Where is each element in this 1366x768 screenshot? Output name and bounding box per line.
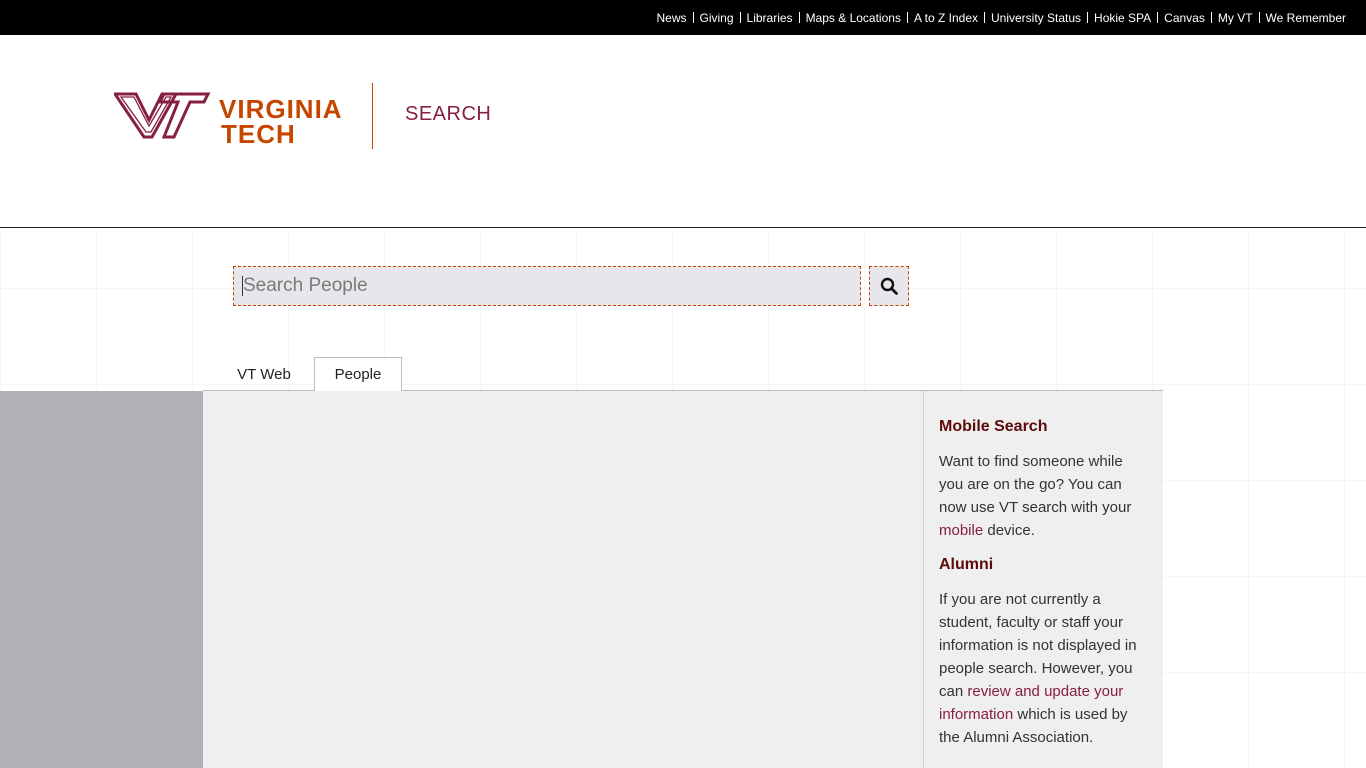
maps-locations-link[interactable]: Maps & Locations: [806, 11, 901, 25]
left-gutter: [0, 391, 203, 768]
giving-link[interactable]: Giving: [700, 11, 734, 25]
mobile-link[interactable]: mobile: [939, 522, 983, 539]
libraries-link[interactable]: Libraries: [747, 11, 793, 25]
utility-item-weremember: We Remember: [1253, 11, 1346, 25]
site-title[interactable]: SEARCH: [405, 103, 491, 126]
mobile-search-text-before: Want to find someone while you are on th…: [939, 453, 1132, 516]
alumni-text: If you are not currently a student, facu…: [939, 588, 1148, 749]
site-header: VIRGINIA TECH SEARCH: [0, 35, 1366, 228]
mobile-search-heading: Mobile Search: [939, 418, 1048, 435]
search-button[interactable]: [869, 266, 909, 306]
utility-item-status: University Status: [978, 11, 1081, 25]
results-panel: [203, 391, 923, 768]
university-status-link[interactable]: University Status: [991, 11, 1081, 25]
a-to-z-index-link[interactable]: A to Z Index: [914, 11, 978, 25]
hokie-spa-link[interactable]: Hokie SPA: [1094, 11, 1151, 25]
my-vt-link[interactable]: My VT: [1218, 11, 1253, 25]
utility-item-hokiespa: Hokie SPA: [1081, 11, 1151, 25]
utility-bar: News Giving Libraries Maps & Locations A…: [0, 0, 1366, 35]
news-link[interactable]: News: [657, 11, 687, 25]
utility-item-maps: Maps & Locations: [793, 11, 901, 25]
virginia-tech-logo[interactable]: VIRGINIA TECH: [114, 92, 358, 150]
utility-item-atoz: A to Z Index: [901, 11, 978, 25]
logo-wordmark-tech: TECH: [221, 119, 296, 149]
logo-divider: [372, 83, 373, 149]
search-icon: [880, 277, 898, 295]
utility-links: News Giving Libraries Maps & Locations A…: [657, 0, 1347, 35]
mobile-search-text-after: device.: [983, 522, 1035, 539]
text-caret: [242, 276, 243, 296]
tab-people[interactable]: People: [314, 357, 402, 391]
we-remember-link[interactable]: We Remember: [1266, 11, 1346, 25]
sidebar: Mobile Search Want to find someone while…: [923, 391, 1163, 768]
vt-logo-icon: VIRGINIA TECH: [114, 92, 342, 149]
tab-vt-web[interactable]: VT Web: [226, 357, 302, 391]
search-input[interactable]: [233, 266, 861, 306]
utility-item-canvas: Canvas: [1151, 11, 1205, 25]
utility-item-libraries: Libraries: [734, 11, 793, 25]
utility-item-myvt: My VT: [1205, 11, 1253, 25]
mobile-search-text: Want to find someone while you are on th…: [939, 450, 1148, 542]
alumni-heading: Alumni: [939, 556, 994, 573]
canvas-link[interactable]: Canvas: [1164, 11, 1205, 25]
utility-item-news: News: [657, 11, 687, 25]
utility-item-giving: Giving: [687, 11, 734, 25]
